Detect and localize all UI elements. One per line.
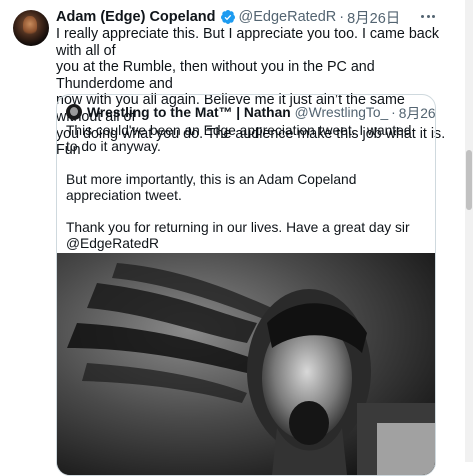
quote-media-image[interactable] (57, 253, 435, 475)
quote-separator-dot: · (391, 104, 396, 120)
quote-paragraph: This could've been an Edge appreciation … (66, 123, 412, 155)
quote-text: This could've been an Edge appreciation … (66, 123, 421, 269)
scrollbar[interactable] (465, 0, 473, 462)
tweet: Adam (Edge) Copeland @EdgeRatedR · 8月26日… (0, 0, 473, 476)
scrollbar-thumb[interactable] (466, 150, 472, 210)
quote-avatar (66, 104, 82, 120)
quote-header: Wrestling to the Mat™ | Nathan @Wrestlin… (66, 103, 436, 121)
quote-paragraph: But more importantly, this is an Adam Co… (66, 171, 357, 203)
tweet-header: Adam (Edge) Copeland @EdgeRatedR · 8月26日 (56, 7, 400, 27)
more-horizontal-icon (421, 14, 425, 18)
quote-paragraph: Thank you for returning in our lives. Ha… (66, 220, 410, 252)
wrestler-photo (57, 253, 435, 475)
quote-date: 8月26日 (398, 106, 436, 121)
handle[interactable]: @EdgeRatedR (239, 9, 337, 25)
display-name[interactable]: Adam (Edge) Copeland (56, 9, 216, 25)
tweet-date[interactable]: 8月26日 (347, 7, 400, 28)
quote-handle: @WrestlingTo_ (294, 104, 389, 120)
quote-display-name: Wrestling to the Mat™ | Nathan (87, 104, 291, 120)
verified-badge-icon (220, 10, 235, 24)
separator-dot: · (339, 9, 345, 25)
avatar[interactable] (13, 10, 49, 46)
quote-tweet[interactable]: Wrestling to the Mat™ | Nathan @Wrestlin… (56, 94, 436, 476)
more-options-button[interactable] (418, 6, 438, 26)
